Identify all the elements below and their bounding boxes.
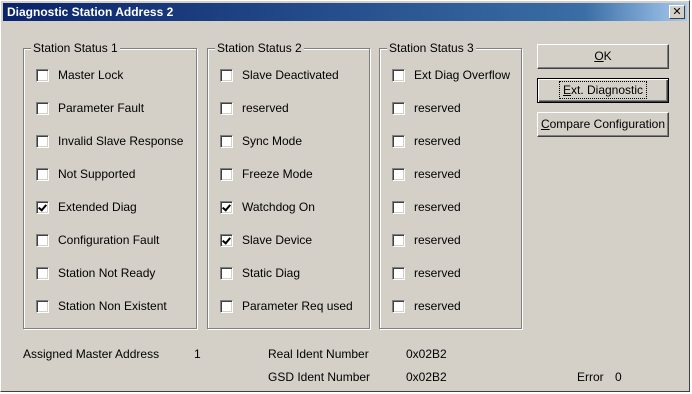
checkbox-box[interactable] bbox=[220, 167, 233, 181]
group-title: Station Status 1 bbox=[31, 41, 120, 55]
checkbox-label: reserved bbox=[414, 266, 461, 280]
checkbox-box[interactable] bbox=[36, 200, 49, 214]
checkbox-label: Invalid Slave Response bbox=[58, 134, 184, 148]
checkbox-box[interactable] bbox=[220, 101, 233, 115]
checkbox-box[interactable] bbox=[36, 233, 49, 247]
checkbox-label: Static Diag bbox=[242, 266, 301, 280]
checkbox-label: Watchdog On bbox=[242, 200, 315, 214]
checkbox-freeze-mode[interactable]: Freeze Mode bbox=[220, 166, 313, 182]
assigned-master-address-value: 1 bbox=[194, 347, 201, 361]
error-label: Error bbox=[577, 370, 604, 384]
checkbox-not-supported[interactable]: Not Supported bbox=[36, 166, 135, 182]
title-bar: Diagnostic Station Address 2 ✕ bbox=[3, 3, 687, 21]
error-value: 0 bbox=[615, 370, 622, 384]
checkbox-sync-mode[interactable]: Sync Mode bbox=[220, 133, 302, 149]
station-status-1-group: Station Status 1 Master Lock Parameter F… bbox=[23, 41, 197, 329]
checkbox-box[interactable] bbox=[392, 233, 405, 247]
checkbox-label: Ext Diag Overflow bbox=[414, 68, 511, 82]
checkbox-extended-diag[interactable]: Extended Diag bbox=[36, 199, 137, 215]
checkbox-label: Station Not Ready bbox=[58, 266, 156, 280]
gsd-ident-number-value: 0x02B2 bbox=[406, 370, 447, 384]
compare-configuration-button[interactable]: Compare Configuration bbox=[537, 112, 669, 137]
checkbox-station-not-ready[interactable]: Station Not Ready bbox=[36, 265, 155, 281]
checkbox-box[interactable] bbox=[392, 266, 405, 280]
checkbox-label: Extended Diag bbox=[58, 200, 137, 214]
group-title: Station Status 3 bbox=[387, 41, 476, 55]
ok-mnemonic: O bbox=[594, 49, 604, 63]
compare-label: ompare Configuration bbox=[549, 117, 666, 131]
checkbox-master-lock[interactable]: Master Lock bbox=[36, 67, 123, 83]
compare-mnemonic: C bbox=[540, 117, 550, 131]
checkbox-parameter-req-used[interactable]: Parameter Req used bbox=[220, 298, 353, 314]
checkbox-watchdog-on[interactable]: Watchdog On bbox=[220, 199, 315, 215]
checkbox-label: Freeze Mode bbox=[242, 167, 313, 181]
checkbox-invalid-slave-response[interactable]: Invalid Slave Response bbox=[36, 133, 183, 149]
checkbox-label: reserved bbox=[414, 167, 461, 181]
checkbox-label: Parameter Req used bbox=[242, 299, 353, 313]
dialog-window: Diagnostic Station Address 2 ✕ Station S… bbox=[0, 0, 690, 392]
checkbox-slave-device[interactable]: Slave Device bbox=[220, 232, 312, 248]
checkbox-label: Configuration Fault bbox=[58, 233, 160, 247]
checkbox-box[interactable] bbox=[220, 134, 233, 148]
ok-button[interactable]: OK bbox=[537, 44, 669, 69]
checkbox-box[interactable] bbox=[392, 167, 405, 181]
checkbox-reserved[interactable]: reserved bbox=[392, 133, 461, 149]
window-title: Diagnostic Station Address 2 bbox=[7, 5, 174, 19]
checkbox-box[interactable] bbox=[392, 299, 405, 313]
checkbox-box[interactable] bbox=[392, 101, 405, 115]
checkbox-label: Slave Deactivated bbox=[242, 68, 339, 82]
checkbox-label: reserved bbox=[414, 299, 461, 313]
checkbox-label: reserved bbox=[414, 134, 461, 148]
checkbox-box[interactable] bbox=[220, 299, 233, 313]
real-ident-number-label: Real Ident Number bbox=[268, 347, 369, 361]
checkbox-reserved[interactable]: reserved bbox=[392, 199, 461, 215]
checkbox-station-non-existent[interactable]: Station Non Existent bbox=[36, 298, 167, 314]
checkbox-box[interactable] bbox=[392, 134, 405, 148]
station-status-3-group: Station Status 3 Ext Diag Overflow reser… bbox=[379, 41, 522, 329]
gsd-ident-number-label: GSD Ident Number bbox=[268, 370, 371, 384]
checkbox-box[interactable] bbox=[36, 266, 49, 280]
close-icon[interactable]: ✕ bbox=[669, 5, 685, 19]
real-ident-number-value: 0x02B2 bbox=[406, 347, 447, 361]
checkbox-box[interactable] bbox=[36, 134, 49, 148]
checkbox-slave-deactivated[interactable]: Slave Deactivated bbox=[220, 67, 339, 83]
checkbox-label: reserved bbox=[414, 101, 461, 115]
ext-diagnostic-mnemonic: E bbox=[562, 83, 571, 97]
checkbox-box[interactable] bbox=[36, 167, 49, 181]
checkbox-ext-diag-overflow[interactable]: Ext Diag Overflow bbox=[392, 67, 510, 83]
checkbox-box[interactable] bbox=[392, 200, 405, 214]
checkbox-static-diag[interactable]: Static Diag bbox=[220, 265, 300, 281]
checkbox-reserved[interactable]: reserved bbox=[220, 100, 289, 116]
checkbox-label: reserved bbox=[414, 233, 461, 247]
checkbox-box[interactable] bbox=[36, 68, 49, 82]
checkbox-box[interactable] bbox=[220, 68, 233, 82]
checkbox-label: Station Non Existent bbox=[58, 299, 167, 313]
checkbox-label: Parameter Fault bbox=[58, 101, 145, 115]
checkbox-label: Master Lock bbox=[58, 68, 124, 82]
checkbox-reserved[interactable]: reserved bbox=[392, 298, 461, 314]
assigned-master-address-label: Assigned Master Address bbox=[23, 347, 160, 361]
checkbox-configuration-fault[interactable]: Configuration Fault bbox=[36, 232, 159, 248]
checkbox-box[interactable] bbox=[36, 101, 49, 115]
checkbox-label: Sync Mode bbox=[242, 134, 303, 148]
ok-label: K bbox=[603, 49, 612, 63]
checkbox-box[interactable] bbox=[220, 200, 233, 214]
checkbox-reserved[interactable]: reserved bbox=[392, 100, 461, 116]
checkbox-box[interactable] bbox=[392, 68, 405, 82]
checkbox-label: Slave Device bbox=[242, 233, 313, 247]
checkbox-reserved[interactable]: reserved bbox=[392, 232, 461, 248]
ext-diagnostic-label: xt. Diagnostic bbox=[570, 83, 644, 97]
checkbox-label: reserved bbox=[242, 101, 289, 115]
checkbox-reserved[interactable]: reserved bbox=[392, 265, 461, 281]
checkbox-parameter-fault[interactable]: Parameter Fault bbox=[36, 100, 144, 116]
checkbox-reserved[interactable]: reserved bbox=[392, 166, 461, 182]
checkbox-box[interactable] bbox=[220, 266, 233, 280]
ext-diagnostic-button[interactable]: Ext. Diagnostic bbox=[537, 78, 669, 103]
checkbox-label: reserved bbox=[414, 200, 461, 214]
group-title: Station Status 2 bbox=[215, 41, 304, 55]
checkbox-label: Not Supported bbox=[58, 167, 136, 181]
checkbox-box[interactable] bbox=[220, 233, 233, 247]
station-status-2-group: Station Status 2 Slave Deactivated reser… bbox=[207, 41, 370, 329]
checkbox-box[interactable] bbox=[36, 299, 49, 313]
